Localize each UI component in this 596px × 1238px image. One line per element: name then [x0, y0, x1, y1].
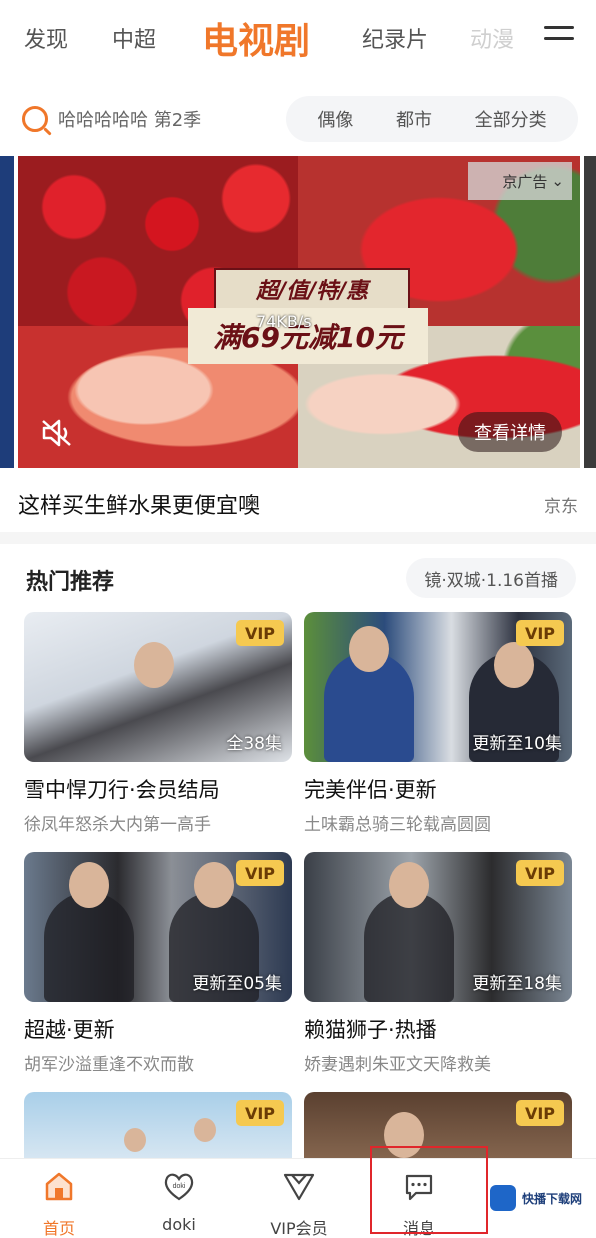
search-bar[interactable]: 哈哈哈哈哈 第2季: [22, 100, 282, 138]
view-details-button[interactable]: 查看详情: [458, 412, 562, 452]
ad-banner[interactable]: 超/值/特/惠 满69元减10元 74KB/s 京广告 ⌄ 查看详情: [18, 156, 580, 468]
nav-doki[interactable]: doki doki: [124, 1169, 234, 1234]
video-subtitle: 娇妻遇刺朱亚文天降救美: [304, 1055, 491, 1075]
chip-urban[interactable]: 都市: [396, 106, 432, 132]
doki-icon-text: doki: [173, 1183, 186, 1190]
chevron-down-icon: ⌄: [551, 172, 564, 190]
video-subtitle: 土味霸总骑三轮载高圆圆: [304, 815, 491, 835]
chip-idol[interactable]: 偶像: [317, 106, 353, 132]
section-divider: [0, 532, 596, 544]
promo-label: 超/值/特/惠: [214, 268, 410, 310]
tab-csl[interactable]: 中超: [112, 22, 156, 54]
video-subtitle: 徐凤年怒杀大内第一高手: [24, 815, 211, 835]
vip-badge: VIP: [516, 860, 564, 886]
vip-badge: VIP: [236, 860, 284, 886]
premiere-chip[interactable]: 镜·双城·1.16首播: [406, 558, 576, 598]
banner-prev-peek[interactable]: [0, 156, 14, 468]
video-thumbnail[interactable]: VIP 更新至10集: [304, 612, 572, 762]
video-card[interactable]: VIP 更新至10集 完美伴侣·更新 土味霸总骑三轮载高圆圆: [304, 612, 572, 835]
watermark-text: 快播下载网: [522, 1191, 583, 1206]
vip-badge: VIP: [516, 1100, 564, 1126]
vip-badge: VIP: [516, 620, 564, 646]
video-card[interactable]: VIP 更新至18集 赖猫狮子·热播 娇妻遇刺朱亚文天降救美: [304, 852, 572, 1075]
video-thumbnail[interactable]: VIP 更新至18集: [304, 852, 572, 1002]
video-thumbnail[interactable]: VIP 全38集: [24, 612, 292, 762]
section-title: 热门推荐: [26, 570, 115, 595]
ad-tag[interactable]: 京广告 ⌄: [468, 162, 572, 200]
search-placeholder: 哈哈哈哈哈 第2季: [58, 110, 202, 131]
episode-count: 更新至18集: [472, 974, 562, 994]
menu-icon[interactable]: [544, 26, 574, 48]
ad-title[interactable]: 这样买生鲜水果更便宜噢: [18, 488, 260, 520]
tab-anime[interactable]: 动漫: [470, 22, 514, 54]
episode-count: 全38集: [226, 734, 282, 754]
network-speed: 74KB/s: [256, 312, 312, 331]
doki-heart-icon: doki: [164, 1173, 194, 1201]
thumbnail-figure: [389, 862, 429, 908]
search-icon: [22, 106, 48, 132]
mute-icon[interactable]: [40, 418, 76, 448]
thumbnail-figure: [134, 642, 174, 688]
nav-home[interactable]: 首页: [4, 1169, 114, 1238]
ad-tag-label: 京广告: [502, 172, 548, 191]
episode-count: 更新至10集: [472, 734, 562, 754]
watermark: 快播下载网: [490, 1180, 590, 1216]
tab-documentary[interactable]: 纪录片: [362, 22, 428, 54]
chip-all-categories[interactable]: 全部分类: [475, 106, 547, 132]
vip-badge: VIP: [236, 620, 284, 646]
nav-vip-label: VIP会员: [270, 1219, 328, 1238]
video-card[interactable]: VIP 更新至05集 超越·更新 胡军沙溢重逢不欢而散: [24, 852, 292, 1075]
vip-badge: VIP: [236, 1100, 284, 1126]
thumbnail-figure: [494, 642, 534, 688]
watermark-logo-icon: [490, 1185, 516, 1211]
tab-tv-series[interactable]: 电视剧: [202, 12, 310, 64]
category-chips: 偶像 都市 全部分类: [286, 96, 578, 142]
video-title[interactable]: 完美伴侣·更新: [304, 774, 572, 804]
video-thumbnail[interactable]: VIP 更新至05集: [24, 852, 292, 1002]
video-title[interactable]: 赖猫狮子·热播: [304, 1014, 572, 1044]
video-title[interactable]: 超越·更新: [24, 1014, 292, 1044]
thumbnail-figure: [69, 862, 109, 908]
video-title[interactable]: 雪中悍刀行·会员结局: [24, 774, 292, 804]
ad-source: 京东: [544, 497, 578, 517]
episode-count: 更新至05集: [192, 974, 282, 994]
thumbnail-figure: [194, 1118, 216, 1142]
vip-icon: [283, 1173, 315, 1201]
nav-home-label: 首页: [42, 1219, 75, 1238]
thumbnail-figure: [44, 892, 134, 1002]
top-tab-bar: 发现 中超 电视剧 纪录片 动漫: [0, 0, 596, 80]
video-subtitle: 胡军沙溢重逢不欢而散: [24, 1055, 194, 1075]
nav-vip[interactable]: VIP会员: [244, 1169, 354, 1238]
thumbnail-figure: [194, 862, 234, 908]
tab-discover[interactable]: 发现: [24, 22, 68, 54]
thumbnail-figure: [124, 1128, 146, 1152]
thumbnail-figure: [349, 626, 389, 672]
highlight-annotation: [370, 1146, 488, 1234]
nav-doki-label: doki: [162, 1215, 196, 1234]
home-icon: [45, 1172, 73, 1201]
banner-next-peek[interactable]: [584, 156, 596, 468]
thumbnail-figure: [364, 892, 454, 1002]
video-card[interactable]: VIP 全38集 雪中悍刀行·会员结局 徐凤年怒杀大内第一高手: [24, 612, 292, 835]
